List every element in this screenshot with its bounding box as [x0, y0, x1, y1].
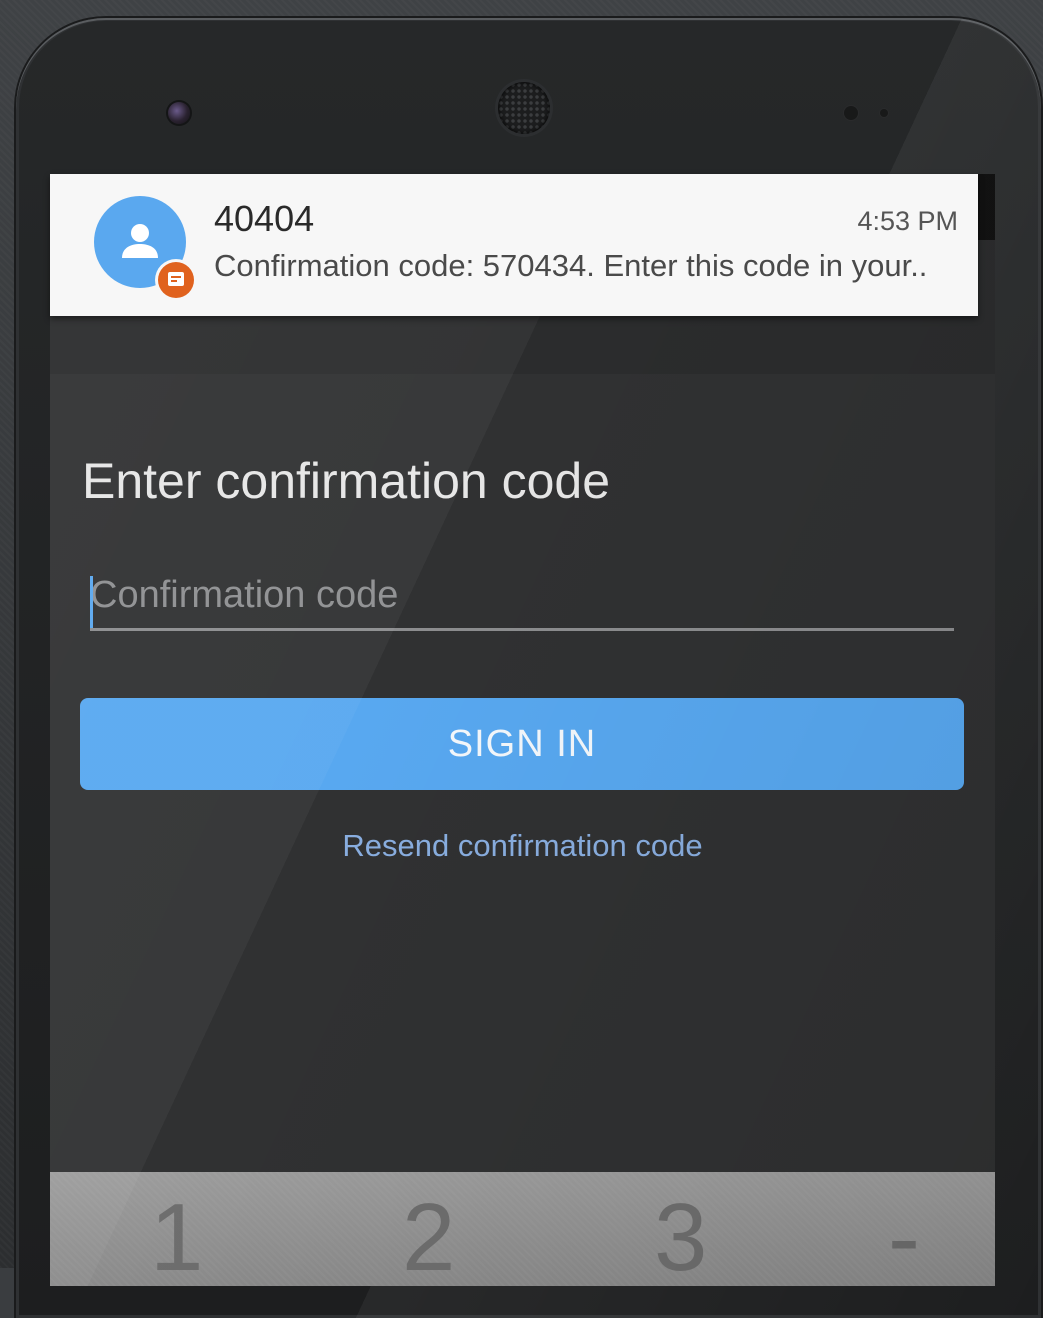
key-dash[interactable]: -: [888, 1190, 920, 1286]
confirmation-form: Enter confirmation code SIGN IN Resend c…: [50, 374, 995, 1174]
proximity-sensor: [844, 106, 858, 120]
phone-screen: Enter confirmation code SIGN IN Resend c…: [50, 174, 995, 1286]
key-1[interactable]: 1: [150, 1190, 203, 1286]
notification-message: Confirmation code: 570434. Enter this co…: [214, 248, 928, 283]
key-3[interactable]: 3: [654, 1190, 707, 1286]
key-2[interactable]: 2: [402, 1190, 455, 1286]
page-title: Enter confirmation code: [82, 453, 611, 509]
notification-time: 4:53 PM: [857, 206, 958, 236]
person-icon: [122, 224, 158, 258]
earpiece-speaker: [498, 82, 550, 134]
sign-in-button[interactable]: SIGN IN: [80, 698, 964, 790]
numeric-keyboard: 1 2 3 -: [50, 1172, 995, 1286]
text-cursor: [90, 576, 93, 628]
confirmation-code-input[interactable]: [90, 562, 954, 631]
message-app-icon: [158, 262, 194, 298]
front-camera: [168, 102, 190, 124]
resend-code-link[interactable]: Resend confirmation code: [50, 828, 995, 864]
light-sensor: [880, 109, 888, 117]
sms-notification[interactable]: 40404 4:53 PM Confirmation code: 570434.…: [50, 174, 978, 316]
notification-sender: 40404: [214, 198, 315, 239]
